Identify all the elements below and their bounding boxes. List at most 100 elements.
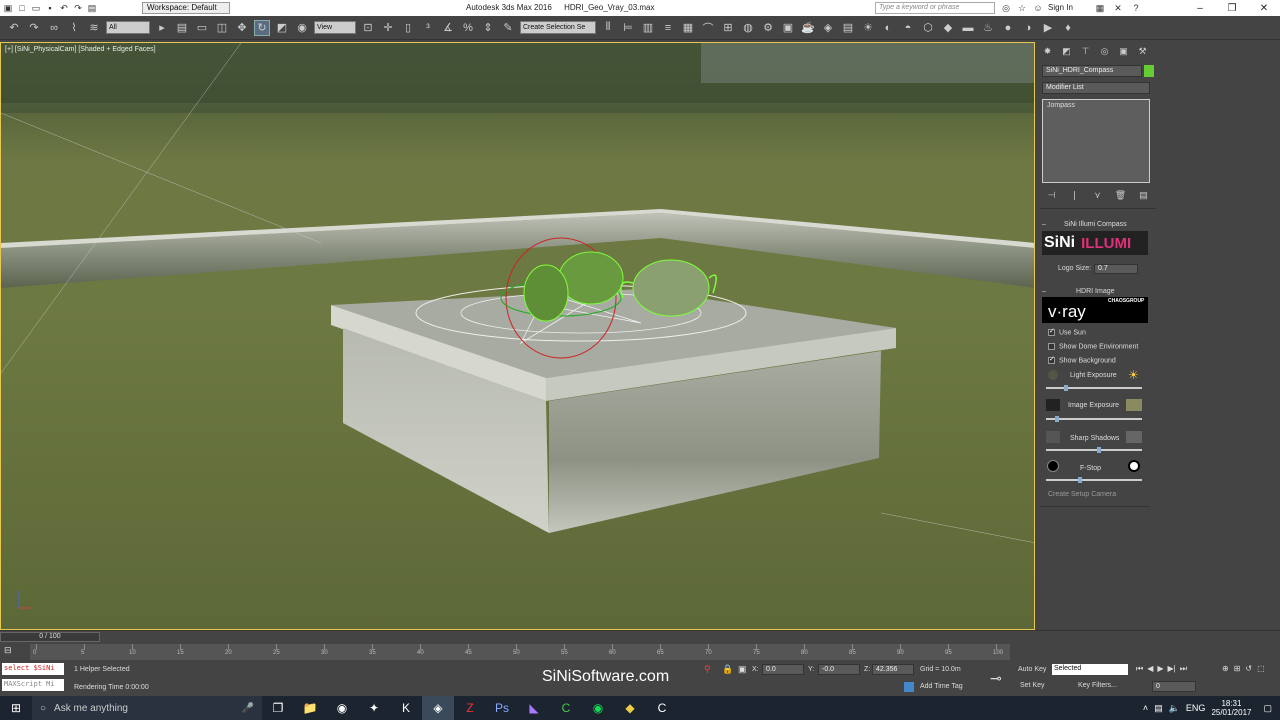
utilities-tab-icon[interactable]: ⚒ <box>1135 44 1150 58</box>
checkbox-mark[interactable] <box>1048 327 1055 336</box>
star-icon[interactable]: ☆ <box>1016 2 1028 14</box>
language-indicator[interactable]: ENG <box>1186 703 1206 713</box>
vray-frame-buffer-icon[interactable]: ▤ <box>840 20 856 36</box>
aperture-open-icon[interactable] <box>1128 460 1140 472</box>
app-c2-icon[interactable]: C <box>646 696 678 720</box>
reference-coordinate-dropdown[interactable]: View <box>314 21 356 34</box>
tray-expand-icon[interactable]: ˄ <box>1143 703 1148 713</box>
percent-snap-icon[interactable]: % <box>460 20 476 36</box>
logo-size-spinner[interactable]: 0.7 <box>1094 264 1138 274</box>
maxscript-mini-listener[interactable]: MAXScript Mi <box>2 679 64 691</box>
viewport-label[interactable]: [+] [SiNi_PhysicalCam] [Shaded + Edged F… <box>5 46 156 53</box>
image-exposure-icon[interactable] <box>1046 399 1060 411</box>
binoculars-icon[interactable]: ◎ <box>1000 2 1012 14</box>
perspective-viewport[interactable]: [+] [SiNi_PhysicalCam] [Shaded + Edged F… <box>0 42 1035 630</box>
3dsmax-taskbar-icon[interactable]: ◈ <box>422 696 454 720</box>
visual-studio-icon[interactable]: ◣ <box>518 696 550 720</box>
checkbox-mark[interactable] <box>1048 343 1055 350</box>
render-iterative-icon[interactable]: ◈ <box>820 20 836 36</box>
mirror-icon[interactable]: ⫴ <box>600 20 616 36</box>
soft-shadows-icon[interactable] <box>1046 431 1060 443</box>
vray-plane-icon[interactable]: ▬ <box>960 20 976 36</box>
show-dome-checkbox[interactable]: Show Dome Environment <box>1048 343 1138 350</box>
selection-filter-dropdown[interactable]: All <box>106 21 150 34</box>
z-coordinate-field[interactable]: 42.356 <box>872 664 914 675</box>
minimize-icon[interactable]: – <box>1184 0 1216 16</box>
aperture-closed-icon[interactable] <box>1047 460 1059 472</box>
spotify-icon[interactable]: ◉ <box>582 696 614 720</box>
pin-stack-icon[interactable]: ⊣ <box>1044 188 1059 202</box>
time-slider[interactable]: 0 / 100 <box>0 632 100 642</box>
object-color-swatch[interactable] <box>1144 65 1154 77</box>
maximize-viewport-icon[interactable]: ⬚ <box>1257 664 1265 673</box>
sign-in-link[interactable]: Sign In <box>1048 3 1073 12</box>
remove-modifier-icon[interactable]: 🗑 <box>1113 188 1128 202</box>
image-exposure-slider[interactable] <box>1046 416 1142 422</box>
render-production-icon[interactable]: ☕ <box>800 20 816 36</box>
show-end-result-icon[interactable]: ❘ <box>1067 188 1082 202</box>
slider-knob[interactable] <box>1055 416 1060 422</box>
keyboard-shortcut-icon[interactable]: ▯ <box>400 20 416 36</box>
place-icon[interactable]: ◉ <box>294 20 310 36</box>
isolate-selection-icon[interactable]: ⚲ <box>704 664 711 675</box>
microphone-icon[interactable]: 🎤 <box>242 703 254 714</box>
help-icon[interactable]: ? <box>1130 2 1142 14</box>
light-exposure-icon[interactable] <box>1048 370 1058 380</box>
undo-icon[interactable]: ↶ <box>58 2 70 14</box>
rotate-icon[interactable]: ↻ <box>254 19 270 36</box>
previous-frame-icon[interactable]: ◀ <box>1147 664 1153 674</box>
vray-sun-icon[interactable]: ◐ <box>880 20 896 36</box>
vray-light-icon[interactable]: ☀ <box>860 20 876 36</box>
zoom-icon[interactable]: ⊕ <box>1222 664 1229 673</box>
zoom-all-icon[interactable]: ⊞ <box>1234 664 1241 673</box>
link-icon[interactable]: ∞ <box>46 20 62 36</box>
network-icon[interactable]: ▤ <box>1154 703 1163 714</box>
rollout-collapse-icon[interactable]: – <box>1042 288 1046 295</box>
edit-named-selection-icon[interactable]: ✎ <box>500 20 516 36</box>
configure-sets-icon[interactable]: ▤ <box>1136 188 1151 202</box>
unlink-icon[interactable]: ⌇ <box>66 20 82 36</box>
sharp-shadows-slider[interactable] <box>1046 447 1142 453</box>
workspace-dropdown[interactable]: Workspace: Default <box>142 2 230 14</box>
hierarchy-tab-icon[interactable]: ⊤ <box>1078 44 1093 58</box>
vray-sphere-icon[interactable]: ● <box>1000 20 1016 36</box>
toggle-scene-explorer-icon[interactable]: ▥ <box>640 20 656 36</box>
named-selection-dropdown[interactable]: Create Selection Se <box>520 21 596 34</box>
project-folder-icon[interactable]: ▤ <box>86 2 98 14</box>
play-icon[interactable]: ▶ <box>1157 664 1163 674</box>
app-icon[interactable]: ✦ <box>358 696 390 720</box>
scale-icon[interactable]: ◩ <box>274 20 290 36</box>
rectangle-selection-icon[interactable]: ▭ <box>194 20 210 36</box>
key-icon[interactable]: ⊸ <box>990 670 1002 687</box>
exchange-icon[interactable]: ✕ <box>1112 2 1124 14</box>
show-background-checkbox[interactable]: Show Background <box>1048 355 1116 364</box>
go-to-start-icon[interactable]: ⏮ <box>1136 664 1143 674</box>
select-manipulate-icon[interactable]: ✛ <box>380 20 396 36</box>
object-name-field[interactable]: SiNi_HDRI_Compass <box>1042 65 1142 77</box>
light-exposure-slider[interactable] <box>1046 385 1142 391</box>
motion-tab-icon[interactable]: ◎ <box>1097 44 1112 58</box>
cortana-search-box[interactable]: ○ Ask me anything 🎤 <box>32 696 262 720</box>
app-menu-icon[interactable]: ▣ <box>2 2 14 14</box>
display-tab-icon[interactable]: ▣ <box>1116 44 1131 58</box>
key-selection-dropdown[interactable]: Selected <box>1052 664 1128 675</box>
create-setup-camera-button[interactable]: Create Setup Camera <box>1048 491 1116 498</box>
y-coordinate-field[interactable]: -0.0 <box>818 664 860 675</box>
layer-explorer-icon[interactable]: ≡ <box>660 20 676 36</box>
vray-camera-icon[interactable]: ▶ <box>1040 20 1056 36</box>
undo-icon[interactable]: ↶ <box>6 20 22 36</box>
bind-spacewarp-icon[interactable]: ≋ <box>86 20 102 36</box>
modifier-stack[interactable]: Jompass <box>1042 99 1150 183</box>
image-thumbnail-icon[interactable] <box>1126 399 1142 411</box>
fstop-slider[interactable] <box>1046 477 1142 483</box>
time-tag-icon[interactable] <box>904 682 914 692</box>
app-c-icon[interactable]: C <box>550 696 582 720</box>
hdri-rollout-title[interactable]: HDRI Image <box>1076 288 1115 295</box>
sun-icon[interactable]: ☀ <box>1128 368 1139 382</box>
photoshop-icon[interactable]: Ps <box>486 696 518 720</box>
vray-rt-icon[interactable]: ♦ <box>1060 20 1076 36</box>
render-setup-icon[interactable]: ⚙ <box>760 20 776 36</box>
toggle-trackbar-icon[interactable]: ⊟ <box>4 645 12 656</box>
pivot-center-icon[interactable]: ⊡ <box>360 20 376 36</box>
use-sun-checkbox[interactable]: Use Sun <box>1048 327 1086 336</box>
